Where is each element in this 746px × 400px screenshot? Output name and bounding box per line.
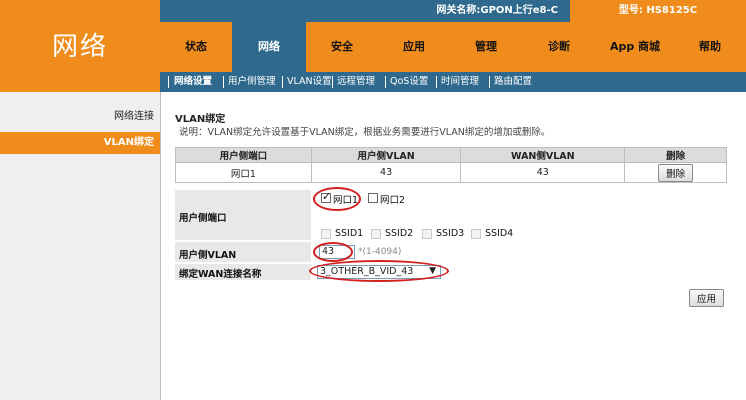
delete-button[interactable]: 删除 <box>658 163 694 182</box>
cell-delete: 删除 <box>624 162 727 183</box>
vlan-range-hint: *(1-4094) <box>358 247 402 257</box>
subnav-divider <box>282 76 283 88</box>
subnav-divider <box>168 76 169 88</box>
subnav-vlan-settings[interactable]: VLAN设置 <box>287 72 332 92</box>
ssid4-label: SSID4 <box>485 228 514 239</box>
column-header: WAN侧VLAN <box>460 147 626 163</box>
ssid4-checkbox[interactable] <box>471 229 481 239</box>
page-description: 说明：VLAN绑定允许设置基于VLAN绑定，根据业务需要进行VLAN绑定的增加或… <box>179 127 551 138</box>
ssid2-checkbox[interactable] <box>371 229 381 239</box>
top-info-bar: 网关名称:GPON上行e8-C 型号: HS8125C <box>160 0 746 22</box>
sidebar: 网络连接 VLAN绑定 <box>0 92 160 400</box>
sidebar-item-vlan-binding[interactable]: VLAN绑定 <box>0 132 160 154</box>
nav-app-store[interactable]: App 商城 <box>596 22 674 72</box>
subnav-route-config[interactable]: 路由配置 <box>494 72 532 92</box>
ssid3-label: SSID3 <box>436 228 465 239</box>
subnav-remote-management[interactable]: 远程管理 <box>337 72 375 92</box>
sub-nav: 网络设置 用户侧管理 VLAN设置 远程管理 QoS设置 时间管理 路由配置 <box>160 72 746 92</box>
subnav-qos-settings[interactable]: QoS设置 <box>390 72 428 92</box>
subnav-divider <box>223 76 224 88</box>
brand-panel: 网络 <box>0 0 160 92</box>
highlight-ring <box>313 187 361 211</box>
port-label: 用户侧端口 <box>179 213 227 224</box>
nav-management[interactable]: 管理 <box>450 22 522 72</box>
ssid1-label: SSID1 <box>335 228 364 239</box>
highlight-ring <box>309 260 449 282</box>
lan2-label: 网口2 <box>380 195 406 206</box>
ssid3-checkbox[interactable] <box>422 229 432 239</box>
nav-diagnosis[interactable]: 诊断 <box>522 22 596 72</box>
highlight-ring <box>313 242 353 262</box>
lan2-checkbox[interactable] <box>368 193 378 203</box>
nav-application[interactable]: 应用 <box>378 22 450 72</box>
column-header: 用户侧VLAN <box>310 147 462 163</box>
gateway-name: 网关名称:GPON上行e8-C <box>160 0 570 22</box>
device-model: 型号: HS8125C <box>570 0 746 22</box>
ssid2-label: SSID2 <box>385 228 414 239</box>
subnav-divider <box>489 76 490 88</box>
page-title: VLAN绑定 <box>175 114 226 125</box>
column-header: 删除 <box>624 147 727 163</box>
nav-status[interactable]: 状态 <box>160 22 232 72</box>
cell-port: 网口1 <box>175 162 312 183</box>
cell-user-vlan: 43 <box>310 162 462 183</box>
subnav-divider <box>436 76 437 88</box>
section-logo: 网络 <box>51 32 108 62</box>
cell-wan-vlan: 43 <box>460 162 626 183</box>
vlan-binding-table: 用户侧端口 用户侧VLAN WAN侧VLAN 删除 网口1 43 43 删除 <box>175 147 727 183</box>
main-content: VLAN绑定 说明：VLAN绑定允许设置基于VLAN绑定，根据业务需要进行VLA… <box>161 92 746 400</box>
nav-help[interactable]: 帮助 <box>674 22 746 72</box>
subnav-divider <box>385 76 386 88</box>
subnav-network-settings[interactable]: 网络设置 <box>174 72 212 92</box>
nav-network[interactable]: 网络 <box>232 22 306 72</box>
subnav-divider <box>332 76 333 88</box>
main-nav: 状态 网络 安全 应用 管理 诊断 App 商城 帮助 <box>160 22 746 72</box>
vlan-label: 用户侧VLAN <box>179 250 237 261</box>
subnav-time-management[interactable]: 时间管理 <box>441 72 479 92</box>
column-header: 用户侧端口 <box>175 147 312 163</box>
nav-security[interactable]: 安全 <box>306 22 378 72</box>
ssid1-checkbox[interactable] <box>321 229 331 239</box>
apply-button[interactable]: 应用 <box>689 289 725 307</box>
table-header-row: 用户侧端口 用户侧VLAN WAN侧VLAN 删除 <box>175 147 727 163</box>
subnav-user-side-management[interactable]: 用户侧管理 <box>228 72 276 92</box>
sidebar-item-network-connection[interactable]: 网络连接 <box>0 106 160 128</box>
wan-label: 绑定WAN连接名称 <box>179 269 262 280</box>
table-row: 网口1 43 43 删除 <box>175 162 727 183</box>
